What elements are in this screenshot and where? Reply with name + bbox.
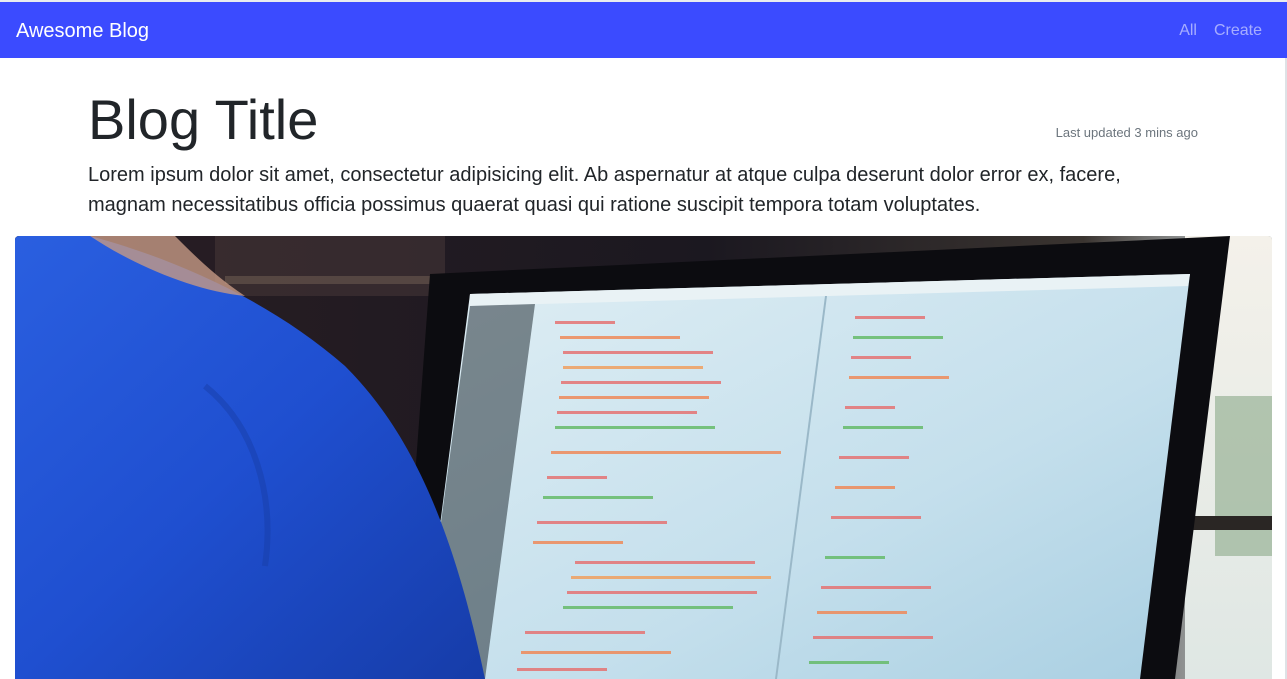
nav-links: All Create bbox=[1179, 19, 1262, 43]
navbar: Awesome Blog All Create bbox=[0, 2, 1287, 58]
post-lead-paragraph: Lorem ipsum dolor sit amet, consectetur … bbox=[88, 164, 1121, 216]
shelf-shape bbox=[215, 236, 445, 296]
nav-link-all[interactable]: All bbox=[1179, 19, 1197, 43]
hero-image bbox=[15, 236, 1272, 679]
post-title: Blog Title bbox=[88, 88, 319, 151]
shelf-line bbox=[225, 276, 435, 284]
nav-link-create[interactable]: Create bbox=[1214, 19, 1262, 43]
monitor-screen bbox=[420, 274, 1190, 679]
hero-photo-illustration bbox=[15, 236, 1272, 679]
plant-shape bbox=[1215, 396, 1272, 556]
last-updated-text: Last updated 3 mins ago bbox=[1055, 125, 1198, 140]
brand-link[interactable]: Awesome Blog bbox=[16, 19, 149, 43]
